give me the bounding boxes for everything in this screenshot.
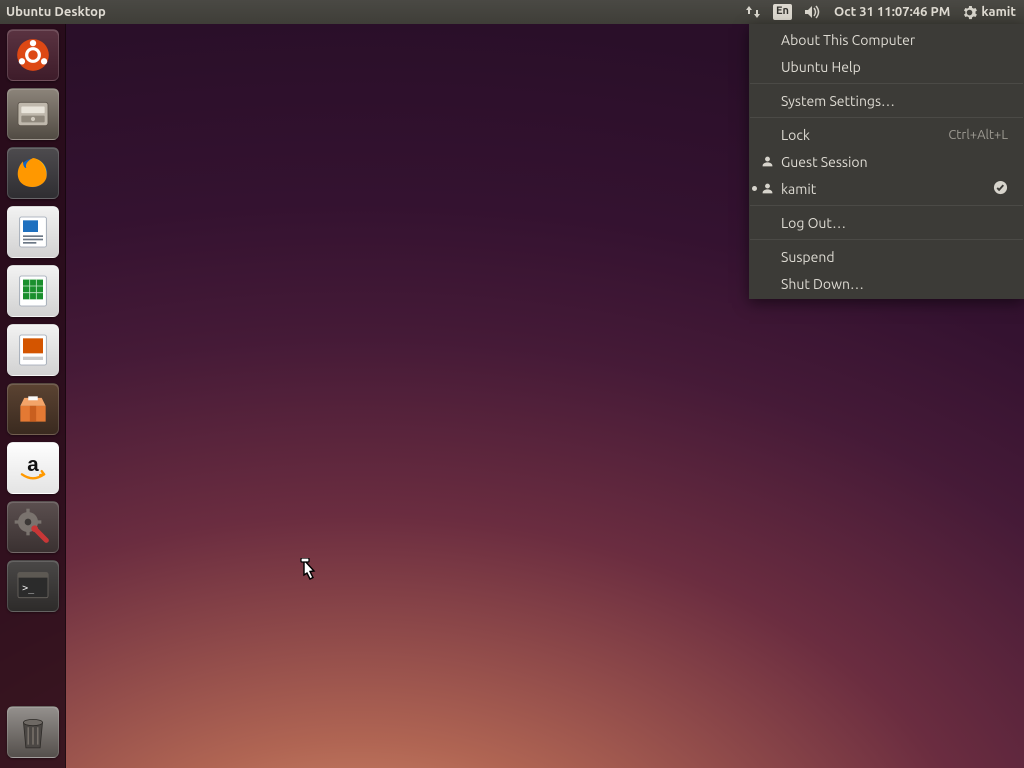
menu-item-suspend[interactable]: Suspend [749,243,1024,270]
menu-separator [750,205,1023,206]
person-icon [759,181,775,197]
keyboard-language-badge: En [773,4,792,20]
menu-item-label: Guest Session [781,154,868,170]
menu-item-system-settings[interactable]: System Settings… [749,87,1024,114]
calc-icon [13,271,53,311]
network-indicator[interactable] [739,0,767,24]
launcher-item-writer[interactable] [7,206,59,258]
menu-item-label: Lock [781,127,810,143]
menu-item-label: Ubuntu Help [781,59,861,75]
menu-item-label: About This Computer [781,32,915,48]
menu-separator [750,239,1023,240]
settings-gear-wrench-icon [13,507,53,547]
launcher-item-firefox[interactable] [7,147,59,199]
session-menu: About This Computer Ubuntu Help System S… [749,24,1024,299]
top-panel: Ubuntu Desktop En Oct 31 11:07:46 PM kam… [0,0,1024,24]
amazon-icon: a [14,449,52,487]
trash-icon [14,711,52,753]
menu-item-guest-session[interactable]: Guest Session [749,148,1024,175]
menu-item-user[interactable]: kamit [749,175,1024,202]
launcher-item-settings[interactable] [7,501,59,553]
menu-item-label: Suspend [781,249,835,265]
launcher-item-files[interactable] [7,88,59,140]
menu-item-shutdown[interactable]: Shut Down… [749,270,1024,297]
launcher-item-dash[interactable] [7,29,59,81]
network-updown-icon [745,4,761,20]
session-indicator[interactable]: kamit [956,0,1024,24]
launcher-item-impress[interactable] [7,324,59,376]
launcher-item-calc[interactable] [7,265,59,317]
current-user-dot-icon [752,186,757,191]
checked-icon [993,180,1008,198]
svg-text:a: a [27,453,39,476]
ubuntu-logo-icon [14,36,52,74]
menu-item-help[interactable]: Ubuntu Help [749,53,1024,80]
person-icon [759,154,775,170]
clock-text: Oct 31 11:07:46 PM [834,5,950,19]
impress-icon [13,330,53,370]
software-center-icon [14,390,52,428]
session-user-text: kamit [981,5,1016,19]
menu-item-logout[interactable]: Log Out… [749,209,1024,236]
volume-icon [804,4,822,20]
menu-item-label: Log Out… [781,215,846,231]
writer-icon [13,212,53,252]
sound-indicator[interactable] [798,0,828,24]
menu-item-lock[interactable]: Lock Ctrl+Alt+L [749,121,1024,148]
terminal-icon: >_ [13,566,53,606]
svg-text:>_: >_ [22,583,35,594]
launcher-item-amazon[interactable]: a [7,442,59,494]
firefox-icon [13,153,53,193]
menu-item-accelerator: Ctrl+Alt+L [948,128,1008,142]
gear-icon [962,5,977,20]
clock-indicator[interactable]: Oct 31 11:07:46 PM [828,0,956,24]
file-manager-icon [13,94,53,134]
keyboard-indicator[interactable]: En [767,0,798,24]
menu-item-label: Shut Down… [781,276,864,292]
menu-item-about[interactable]: About This Computer [749,26,1024,53]
launcher-item-trash[interactable] [7,706,59,758]
launcher-item-software[interactable] [7,383,59,435]
menu-separator [750,83,1023,84]
menu-item-label: kamit [781,181,816,197]
launcher-item-terminal[interactable]: >_ [7,560,59,612]
menu-separator [750,117,1023,118]
panel-title: Ubuntu Desktop [0,5,106,19]
launcher: a >_ [0,24,66,768]
menu-item-label: System Settings… [781,93,895,109]
